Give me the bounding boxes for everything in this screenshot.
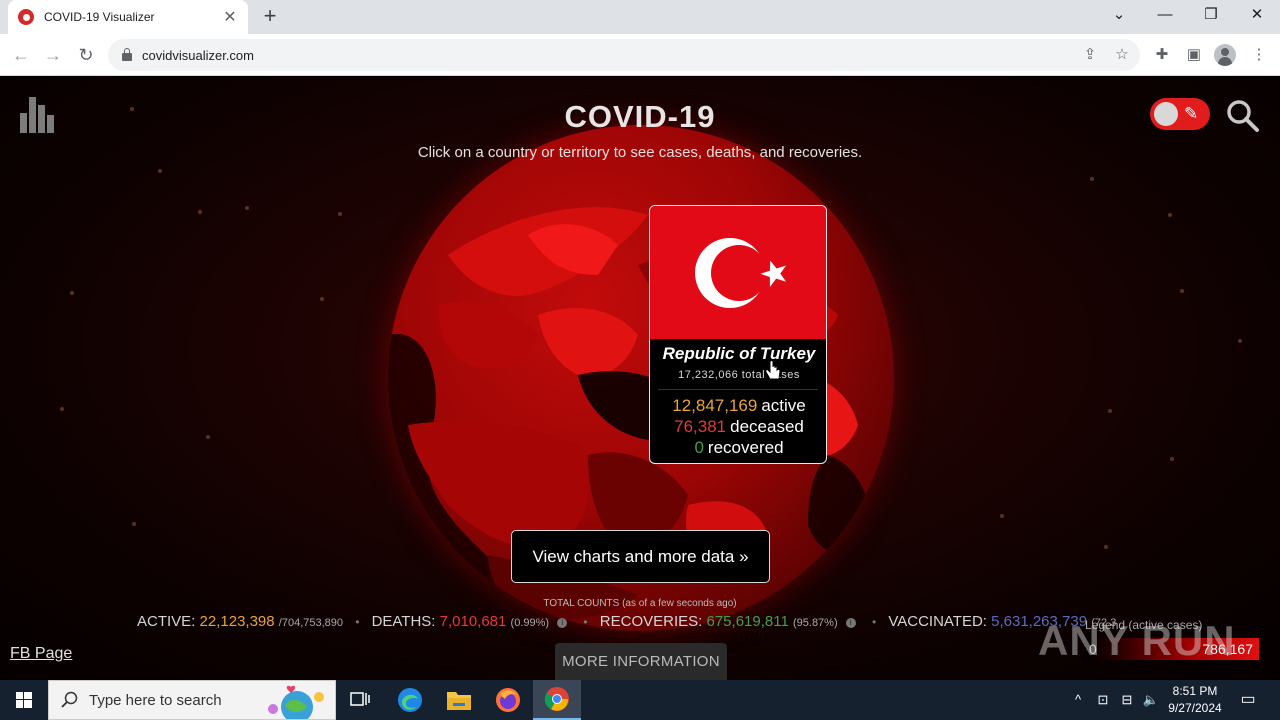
recoveries-label: RECOVERIES: <box>599 613 703 630</box>
more-information-button[interactable]: MORE INFORMATION <box>555 643 727 680</box>
extensions-puzzle-icon[interactable]: ✚ <box>1151 44 1173 66</box>
card-divider <box>658 389 818 390</box>
task-view-icon[interactable] <box>336 680 384 720</box>
firefox-icon[interactable] <box>484 680 532 720</box>
active-label: ACTIVE: <box>137 613 196 630</box>
vaccination-toggle[interactable]: ✎ <box>1150 98 1210 130</box>
deaths-info-icon[interactable]: i <box>557 618 568 628</box>
network-icon[interactable]: ⊟ <box>1116 680 1138 720</box>
global-deaths-value: 7,010,681 <box>439 613 507 630</box>
browser-tab-strip: COVID-19 Visualizer ✕ + ⌄ ― ❐ ✕ <box>0 0 1280 34</box>
deceased-label: deceased <box>730 417 804 436</box>
page-subtitle: Click on a country or territory to see c… <box>417 144 863 161</box>
new-tab-button[interactable]: + <box>258 4 282 28</box>
total-cases: 17,232,066 total cases <box>678 369 800 381</box>
view-charts-button[interactable]: View charts and more data » <box>511 530 770 583</box>
back-arrow-icon[interactable]: ← <box>8 42 34 68</box>
browser-tab[interactable]: COVID-19 Visualizer ✕ <box>8 0 248 34</box>
lock-icon[interactable] <box>122 48 132 61</box>
search-icon[interactable] <box>1226 99 1260 133</box>
deaths-label: DEATHS: <box>371 613 436 630</box>
windows-taskbar: Type here to search ^ ⊡ ⊟ 🔈 8:51 PM 9/27… <box>0 680 1280 720</box>
share-icon[interactable]: ⇪ <box>1076 39 1104 71</box>
vaccinated-label: VACCINATED: <box>888 613 987 630</box>
country-info-card[interactable]: Republic of Turkey 17,232,066 total case… <box>649 205 827 464</box>
separator-dot: • <box>583 615 588 629</box>
recoveries-percent: (95.87%) <box>792 617 838 629</box>
watermark-text: ANY RUN <box>1038 617 1236 664</box>
toggle-knob <box>1154 102 1178 126</box>
deceased-stat: 76,381 deceased <box>650 417 826 437</box>
recovered-stat: 0 recovered <box>650 438 826 458</box>
chrome-taskbar-icon[interactable] <box>533 680 581 720</box>
kebab-menu-icon[interactable]: ⋮ <box>1248 44 1270 66</box>
close-tab-icon[interactable]: ✕ <box>222 7 238 27</box>
page-title: COVID-19 <box>564 99 716 134</box>
taskbar-search-placeholder: Type here to search <box>89 691 222 709</box>
anyrun-watermark-logo: ANY RUN <box>1038 607 1264 673</box>
active-label: active <box>761 396 806 415</box>
taskbar-clock[interactable]: 8:51 PM 9/27/2024 <box>1160 683 1230 717</box>
deceased-value: 76,381 <box>674 417 727 436</box>
clock-date: 9/27/2024 <box>1168 701 1222 715</box>
bookmark-star-icon[interactable]: ☆ <box>1108 39 1136 71</box>
url-text[interactable]: covidvisualizer.com <box>142 48 254 63</box>
forward-arrow-icon[interactable]: → <box>40 42 66 68</box>
recoveries-info-icon[interactable]: i <box>845 618 856 628</box>
show-hidden-icons-icon[interactable]: ^ <box>1068 680 1088 720</box>
global-recoveries-value: 675,619,811 <box>706 613 789 630</box>
syringe-icon: ✎ <box>1184 104 1199 123</box>
windows-start-button[interactable] <box>0 680 48 720</box>
deaths-percent: (0.99%) <box>510 617 550 629</box>
tab-search-chevron-icon[interactable]: ⌄ <box>1096 0 1142 30</box>
restore-window-icon[interactable]: ❐ <box>1188 0 1234 30</box>
covid-visualizer-page: COVID-19 Click on a country or territory… <box>0 77 1280 680</box>
close-window-icon[interactable]: ✕ <box>1234 0 1280 30</box>
volume-icon[interactable]: 🔈 <box>1140 680 1162 720</box>
covid-favicon-icon <box>18 9 34 25</box>
separator-dot: • <box>871 615 877 629</box>
tab-title: COVID-19 Visualizer <box>44 10 155 24</box>
side-panel-icon[interactable]: ▣ <box>1183 44 1205 66</box>
global-active-value: 22,123,398 <box>199 613 275 630</box>
global-stats-bar: ACTIVE: 22,123,398 /704,753,890 • DEATHS… <box>137 613 1116 633</box>
active-stat: 12,847,169 active <box>650 396 826 416</box>
minimize-window-icon[interactable]: ― <box>1142 0 1188 30</box>
active-value: 12,847,169 <box>672 396 758 415</box>
edge-browser-icon[interactable] <box>386 680 434 720</box>
taskbar-search-box[interactable]: Type here to search <box>48 680 336 720</box>
reload-icon[interactable]: ↻ <box>73 42 99 68</box>
recovered-label: recovered <box>707 438 784 457</box>
hand-cursor-icon <box>765 360 781 380</box>
recovered-value: 0 <box>694 438 704 457</box>
browser-toolbar: ← → ↻ covidvisualizer.com ⇪ ☆ ✚ ▣ ⋮ <box>0 34 1280 76</box>
windows-logo-icon <box>16 692 32 708</box>
country-name: Republic of Turkey <box>662 344 816 363</box>
separator-dot: • <box>355 615 360 629</box>
crescent-star-icon <box>695 238 787 308</box>
search-highlight-globe-icon <box>268 685 324 719</box>
clock-time: 8:51 PM <box>1172 684 1218 698</box>
taskbar-search-icon <box>61 691 78 708</box>
profile-avatar-icon[interactable] <box>1214 44 1236 66</box>
file-explorer-icon[interactable] <box>435 680 483 720</box>
global-total-value: /704,753,890 <box>278 617 344 629</box>
turkey-flag-image <box>650 206 826 339</box>
notification-center-icon[interactable]: ▭ <box>1234 680 1262 720</box>
fb-page-link[interactable]: FB Page <box>10 645 72 663</box>
network-security-icon[interactable]: ⊡ <box>1092 680 1114 720</box>
address-bar[interactable]: covidvisualizer.com ⇪ ☆ <box>108 39 1140 71</box>
